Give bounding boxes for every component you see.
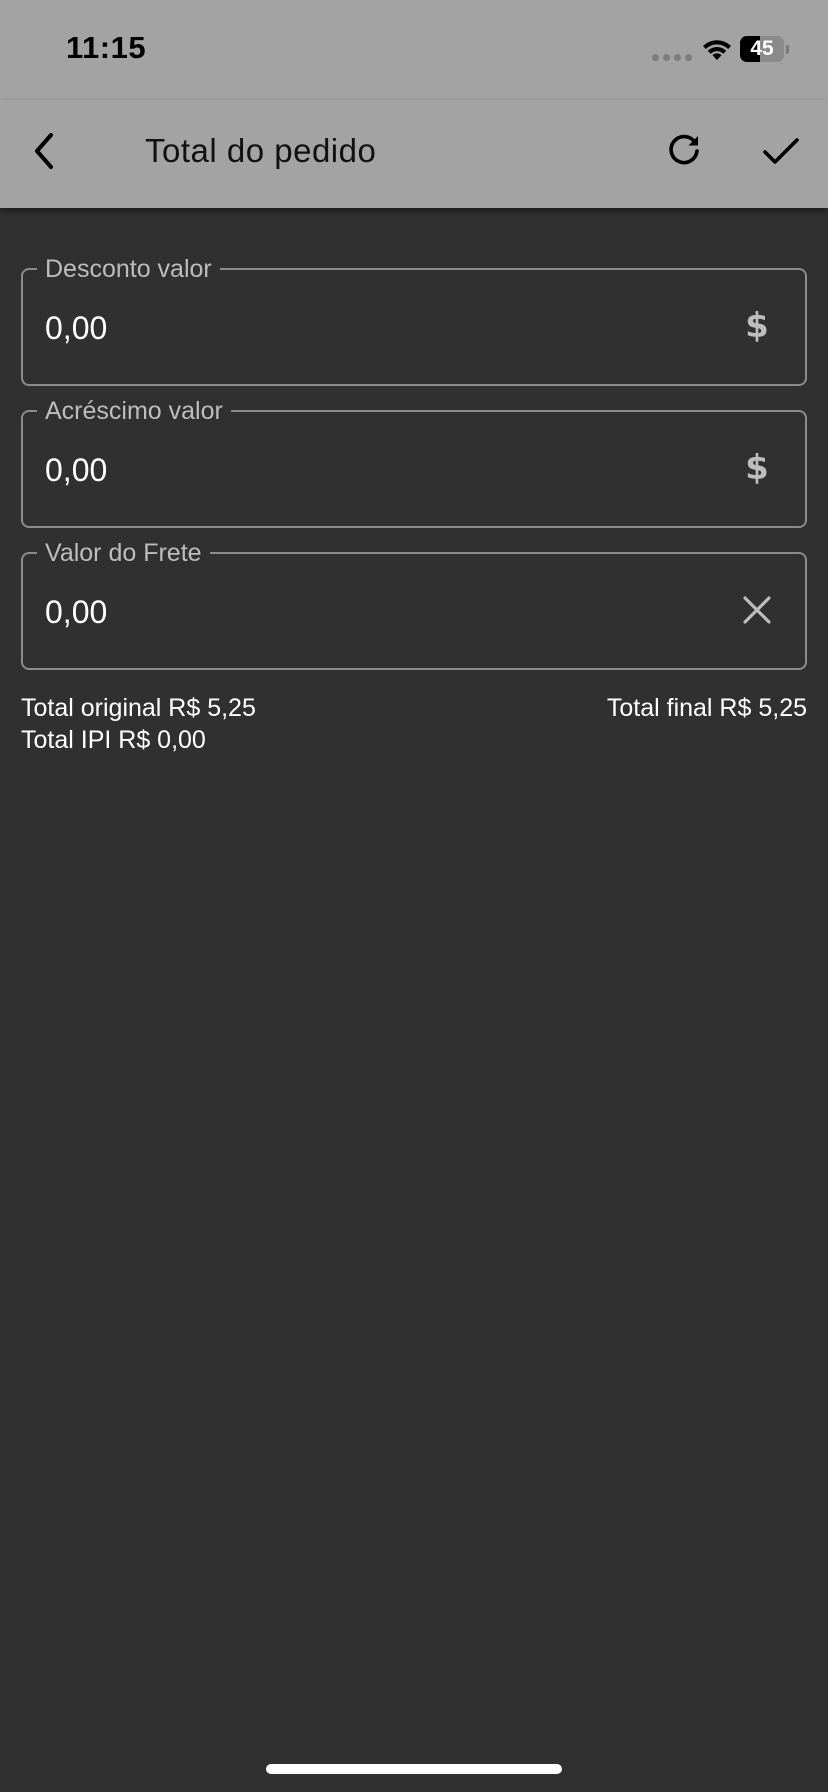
total-final: Total final R$ 5,25	[606, 694, 807, 722]
totals-right: Total final R$ 5,25	[607, 692, 807, 724]
wifi-icon	[703, 40, 731, 60]
surcharge-field[interactable]: Acréscimo valor 0,00 $	[21, 396, 807, 528]
discount-field-label: Desconto valor	[37, 254, 220, 284]
page-title: Total do pedido	[145, 132, 377, 169]
status-bar: 11:15 45	[0, 0, 828, 100]
dollar-icon: $	[745, 306, 769, 346]
home-indicator[interactable]	[266, 1764, 562, 1774]
chevron-left-icon	[35, 133, 53, 169]
refresh-button[interactable]	[660, 122, 708, 180]
surcharge-field-value[interactable]: 0,00	[45, 450, 107, 490]
confirm-button[interactable]	[755, 122, 807, 180]
dollar-icon: $	[745, 448, 769, 488]
surcharge-field-label: Acréscimo valor	[37, 396, 231, 426]
discount-field-value[interactable]: 0,00	[45, 308, 107, 348]
back-button[interactable]	[20, 122, 68, 180]
status-time: 11:15	[66, 30, 147, 65]
totals-left: Total original R$ 5,25 Total IPI R$ 0,00	[21, 692, 256, 756]
clear-icon	[743, 596, 771, 624]
clear-button[interactable]	[737, 590, 777, 630]
cellular-signal-icon	[652, 54, 692, 61]
app-bar: Total do pedido	[0, 100, 828, 208]
total-original: Total original R$ 5,25	[21, 694, 256, 722]
freight-field-value[interactable]: 0,00	[45, 592, 107, 632]
discount-field[interactable]: Desconto valor 0,00 $	[21, 254, 807, 386]
battery-level: 45	[750, 37, 774, 60]
refresh-icon	[669, 134, 699, 165]
battery-icon: 45	[740, 36, 789, 63]
total-ipi: Total IPI R$ 0,00	[21, 726, 206, 754]
check-icon	[763, 138, 799, 164]
freight-field-label: Valor do Frete	[37, 538, 210, 568]
freight-field[interactable]: Valor do Frete 0,00	[21, 538, 807, 670]
